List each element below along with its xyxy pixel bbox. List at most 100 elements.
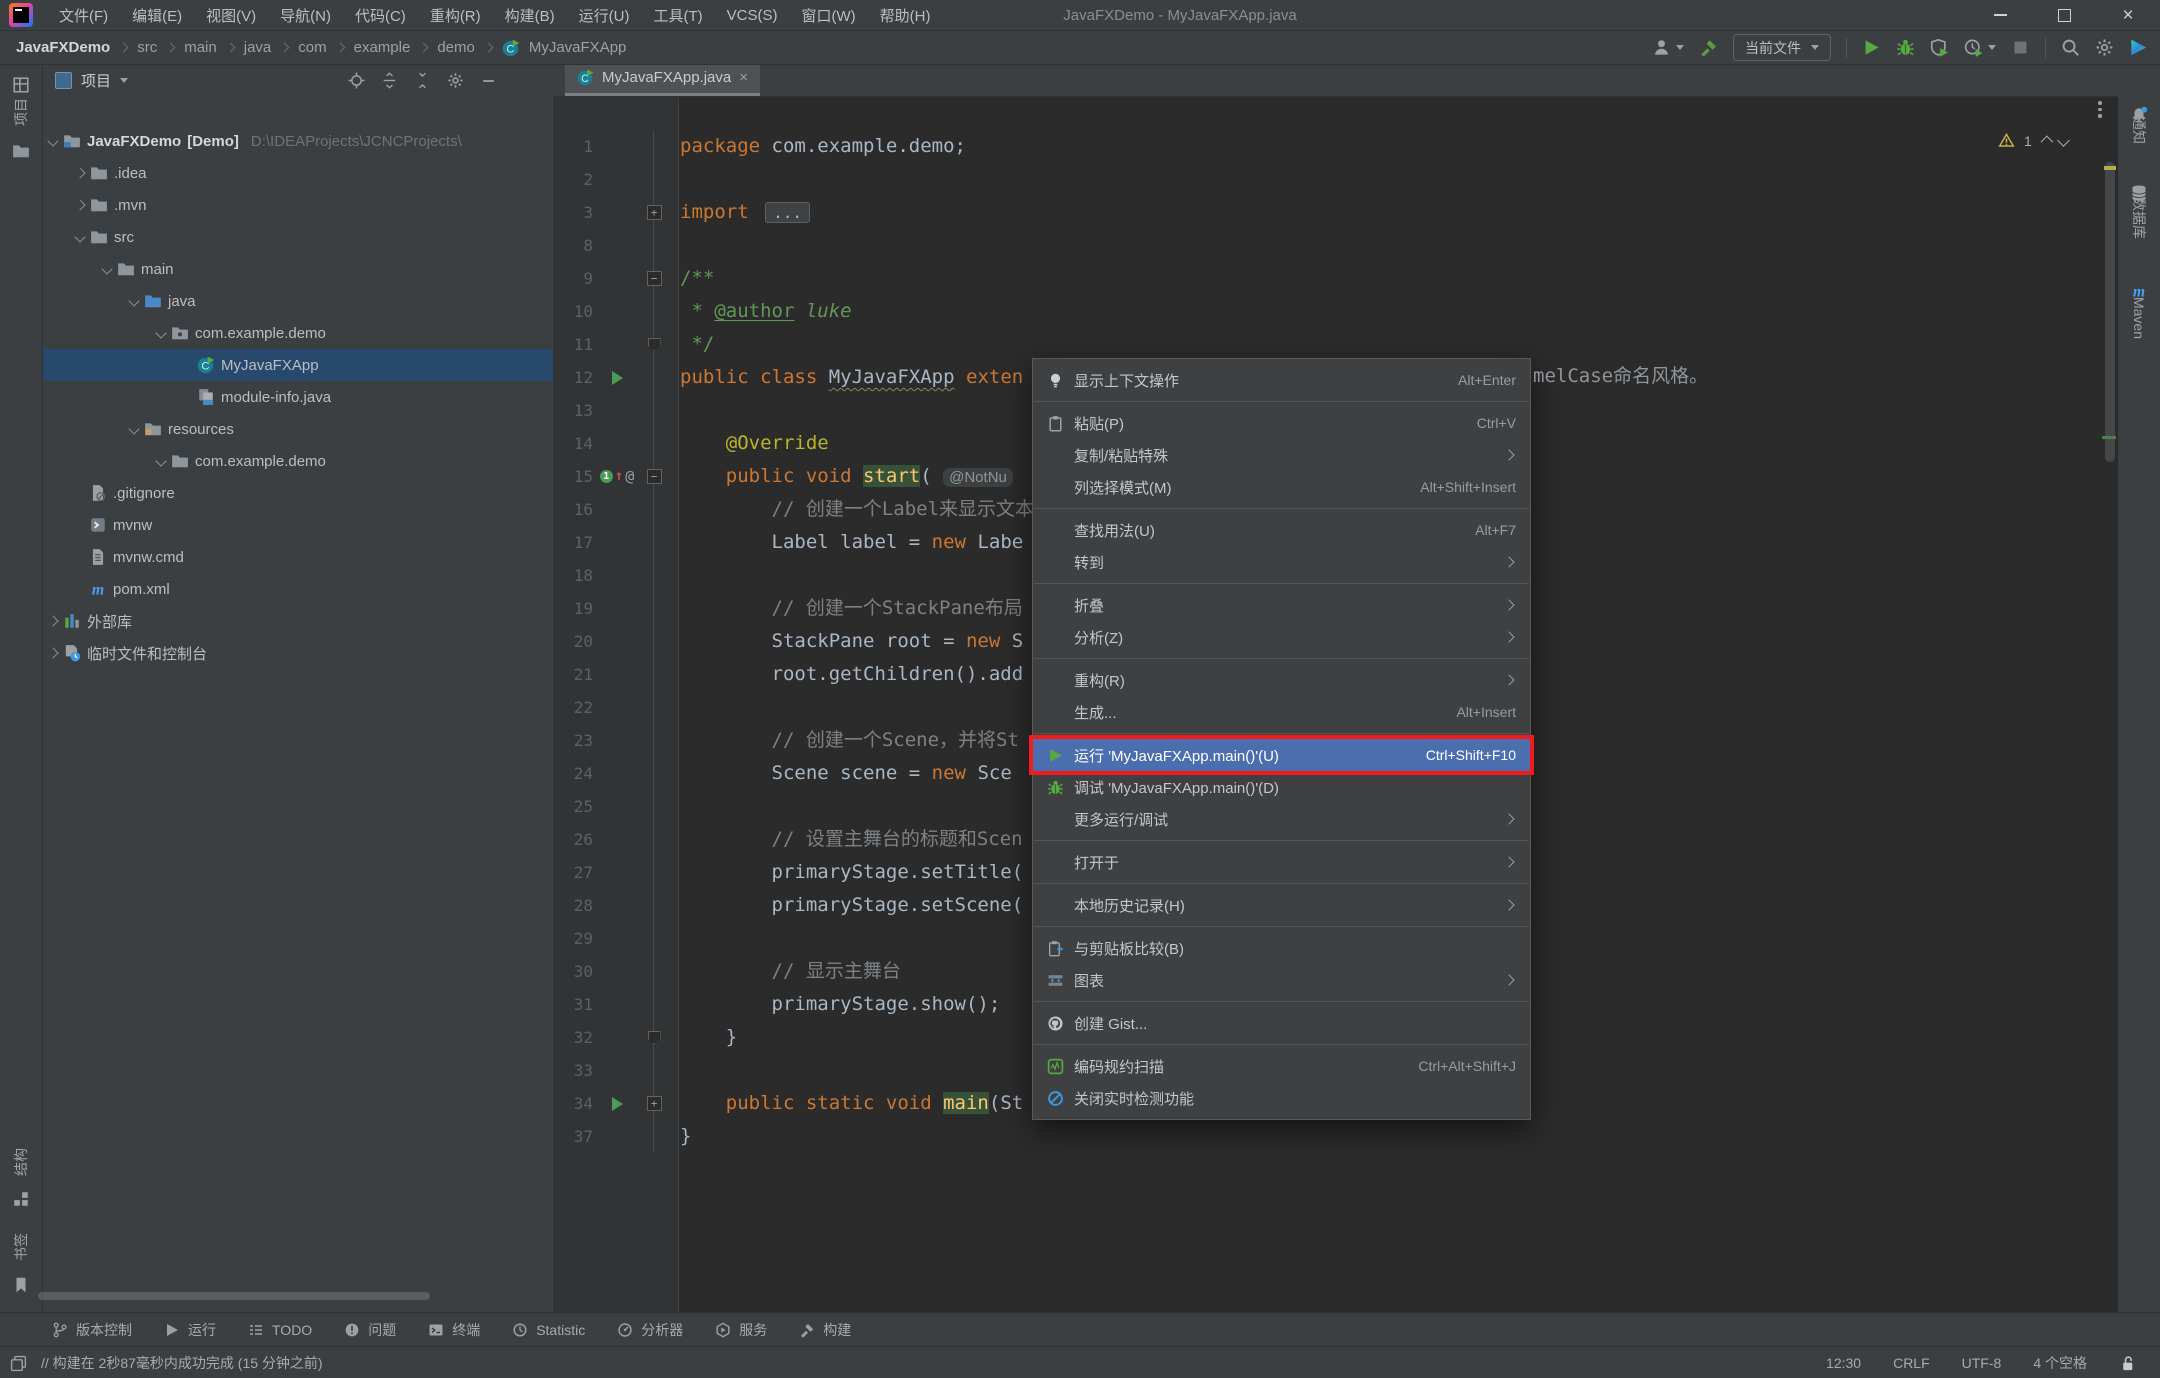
context-menu-item[interactable]: 分析(Z) [1033,621,1530,653]
code-line-1[interactable]: 1package com.example.demo; [553,130,2118,163]
toolwindow-button-TODO[interactable]: TODO [248,1322,312,1338]
tree-item-.mvn[interactable]: .mvn [43,189,553,221]
context-menu-item[interactable]: 显示上下文操作Alt+Enter [1033,364,1530,396]
context-menu-item[interactable]: 调试 'MyJavaFXApp.main()'(D) [1033,771,1530,803]
tree-item-main[interactable]: main [43,253,553,285]
run-gutter-icon[interactable] [612,1097,623,1111]
settings-gear-button[interactable] [2095,38,2114,57]
menubar-item[interactable]: 运行(U) [567,0,642,30]
chevron-right-icon[interactable] [47,615,58,626]
folder-icon[interactable] [12,142,30,160]
chevron-right-icon[interactable] [74,167,85,178]
stop-button[interactable] [2011,38,2030,57]
breadcrumb-item[interactable]: MyJavaFXApp [529,39,627,56]
stripe-button-project[interactable]: 项目 [11,98,31,126]
menubar-item[interactable]: 帮助(H) [868,0,943,30]
tree-item-外部库[interactable]: 外部库 [43,605,553,637]
context-menu-item[interactable]: 更多运行/调试 [1033,803,1530,835]
indent-indicator[interactable]: 4 个空格 [2033,1353,2087,1373]
horizontal-scrollbar[interactable] [38,1292,430,1300]
inspection-widget[interactable]: 1 [1998,132,2068,149]
context-menu-item[interactable]: 查找用法(U)Alt+F7 [1033,514,1530,546]
chevron-up-icon[interactable] [2040,136,2053,149]
context-menu-item[interactable]: 关闭实时检测功能 [1033,1082,1530,1114]
run-green-button[interactable] [1862,38,1881,57]
toolwindow-button-运行[interactable]: 运行 [164,1320,216,1340]
warning-stripe-mark[interactable] [2104,166,2116,170]
locate-icon[interactable] [348,72,365,89]
tab-myjavafxapp[interactable]: C MyJavaFXApp.java × [565,61,760,96]
fold-end-icon[interactable] [648,338,661,351]
context-menu-item[interactable]: 生成...Alt+Insert [1033,696,1530,728]
tree-item-com.example.demo[interactable]: com.example.demo [43,317,553,349]
toolwindow-button-服务[interactable]: 服务 [715,1320,767,1340]
chevron-down-icon[interactable] [155,327,166,338]
minimize-button[interactable] [1968,0,2032,30]
tree-item-临时文件和控制台[interactable]: 临时文件和控制台 [43,637,553,669]
menubar-item[interactable]: 导航(N) [268,0,343,30]
context-menu-item[interactable]: 折叠 [1033,589,1530,621]
code-line-37[interactable]: 37} [553,1120,2118,1153]
menubar-item[interactable]: 工具(T) [641,0,714,30]
tree-item-.idea[interactable]: .idea [43,157,553,189]
chevron-down-icon[interactable] [2057,134,2070,147]
error-stripe[interactable] [2104,100,2116,1312]
coverage-shield-button[interactable] [1930,38,1949,57]
stripe-button-database[interactable]: 数据库 [2129,197,2149,239]
menubar-item[interactable]: 文件(F) [47,0,120,30]
tree-item-java[interactable]: java [43,285,553,317]
fold-marker-icon[interactable]: + [647,205,662,220]
overrides-icon[interactable]: ↑ [615,460,623,493]
menubar-item[interactable]: 视图(V) [194,0,268,30]
lock-open-icon[interactable] [2119,1355,2136,1372]
code-line-10[interactable]: 10 * @author luke [553,295,2118,328]
stripe-button-maven[interactable]: Maven [2131,297,2147,339]
breadcrumb-item[interactable]: com [298,39,326,56]
code-line-2[interactable]: 2 [553,163,2118,196]
code-line-8[interactable]: 8 [553,229,2118,262]
tree-item-com.example.demo[interactable]: com.example.demo [43,445,553,477]
tree-item-mvnw.cmd[interactable]: mvnw.cmd [43,541,553,573]
tree-item-JavaFXDemo[interactable]: JavaFXDemo [Demo]D:\IDEAProjects\JCNCPro… [43,125,553,157]
toolwindow-button-终端[interactable]: 终端 [428,1320,480,1340]
implementation-count-icon[interactable]: 1 [600,470,613,483]
breadcrumb-item[interactable]: src [137,39,157,56]
more-options-icon[interactable] [2098,98,2102,121]
menubar-item[interactable]: 窗口(W) [789,0,867,30]
run-gutter-icon[interactable] [612,371,623,385]
context-menu-item[interactable]: 粘贴(P)Ctrl+V [1033,407,1530,439]
context-menu-item[interactable]: 本地历史记录(H) [1033,889,1530,921]
fold-end-icon[interactable] [648,1031,661,1044]
toolwindow-button-分析器[interactable]: 分析器 [617,1320,683,1340]
bookmark-icon[interactable] [12,1276,30,1294]
stripe-button-notifications[interactable]: 通知 [2129,116,2149,144]
gear-icon[interactable] [447,72,464,89]
collapse-all-icon[interactable] [414,72,431,89]
context-menu-item[interactable]: 重构(R) [1033,664,1530,696]
chevron-down-icon[interactable] [155,455,166,466]
fold-marker-icon[interactable]: − [647,469,662,484]
search-button[interactable] [2061,38,2080,57]
encoding-indicator[interactable]: UTF-8 [1962,1355,2002,1371]
squares-icon[interactable] [12,1190,30,1208]
toolwindow-button-问题[interactable]: 问题 [344,1320,396,1340]
tree-item-mvnw[interactable]: mvnw [43,509,553,541]
tree-item-module-info.java[interactable]: module-info.java [43,381,553,413]
breadcrumb-item[interactable]: example [354,39,411,56]
context-menu-item[interactable]: 编码规约扫描Ctrl+Alt+Shift+J [1033,1050,1530,1082]
close-button[interactable]: × [2096,0,2160,30]
code-line-11[interactable]: 11 */ [553,328,2118,361]
menubar-item[interactable]: 构建(B) [493,0,567,30]
run-configuration-select[interactable]: 当前文件 [1733,34,1831,61]
line-ending-indicator[interactable]: CRLF [1893,1355,1930,1371]
stripe-button-bookmarks[interactable]: 书签 [11,1233,31,1261]
breadcrumb-item[interactable]: main [184,39,217,56]
context-menu-item[interactable]: 打开于 [1033,846,1530,878]
context-menu-item[interactable]: 复制/粘贴特殊 [1033,439,1530,471]
toolwindow-button-Statistic[interactable]: Statistic [512,1322,585,1338]
fold-marker-icon[interactable]: − [647,271,662,286]
context-menu-item[interactable]: 列选择模式(M)Alt+Shift+Insert [1033,471,1530,503]
context-menu-item[interactable]: 运行 'MyJavaFXApp.main()'(U)Ctrl+Shift+F10 [1033,739,1530,771]
grid-icon[interactable] [12,76,30,94]
menubar-item[interactable]: 重构(R) [418,0,493,30]
